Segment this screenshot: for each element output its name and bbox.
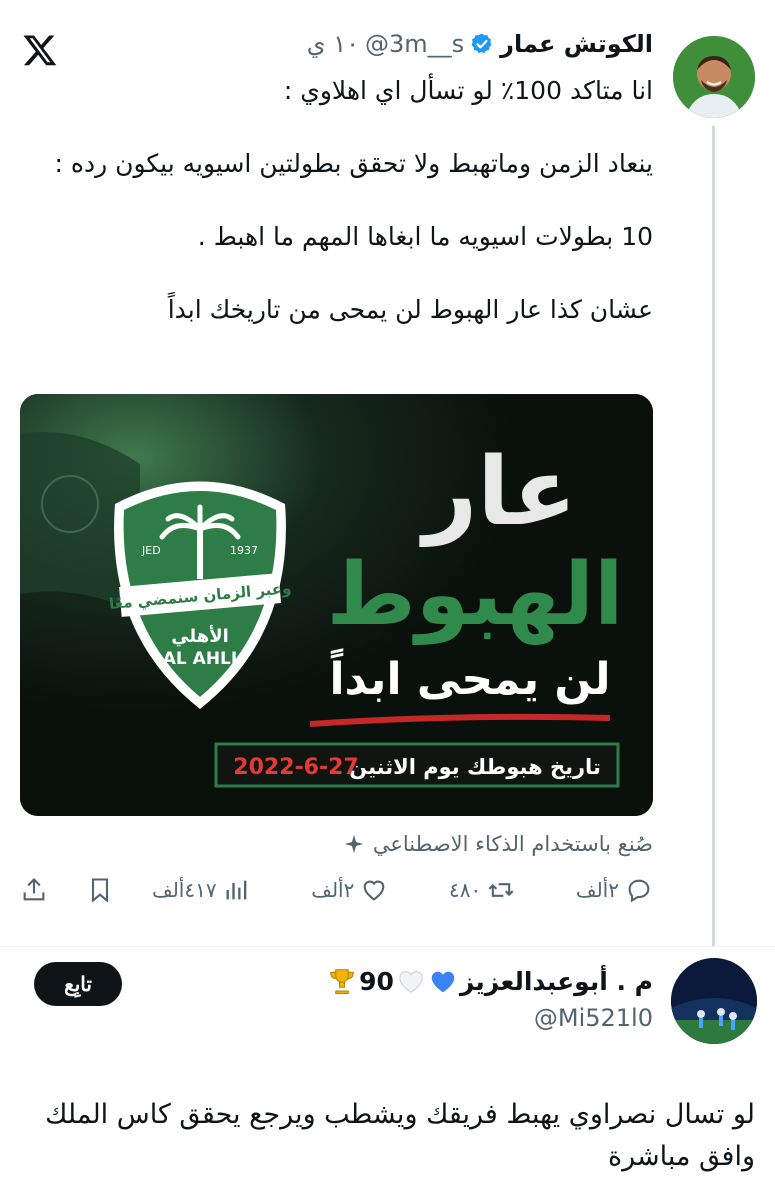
share-icon[interactable] [20, 876, 48, 904]
views-chart-icon [226, 880, 246, 900]
author-handle[interactable]: @3m__s [365, 30, 464, 58]
reply-author-handle[interactable]: @Mi521l0 [534, 1004, 653, 1032]
tweet-actions: ٢ألف ٤٨٠ ٢ألف ٤١٧ألف [20, 870, 653, 910]
author-name[interactable]: الكوتش عمار [500, 30, 653, 58]
thread-line [712, 126, 715, 946]
repost-icon [488, 883, 514, 897]
blue-heart-icon [431, 971, 455, 993]
tweet-time[interactable]: ١٠ ي [307, 30, 359, 58]
verified-badge-icon [471, 33, 492, 54]
badge-arabic-name: الأهلي [171, 625, 229, 647]
tweet-paragraph: عشان كذا عار الهبوط لن يمحى من تاريخك اب… [167, 295, 653, 324]
reply-author-avatar[interactable] [671, 958, 757, 1044]
views-action[interactable]: ٤١٧ألف [152, 876, 251, 904]
ai-note-text: صُنع باستخدام الذكاء الاصطناعي [372, 832, 653, 856]
like-action[interactable]: ٢ألف [311, 876, 388, 904]
white-heart-icon [398, 971, 423, 993]
bookmark-icon[interactable] [86, 876, 114, 904]
reply-author-number: 90 [359, 966, 394, 996]
reply-author-name[interactable]: م . أبوعبدالعزيز 90 [327, 966, 653, 996]
sparkle-icon [344, 834, 364, 854]
trophy-icon [330, 969, 354, 994]
media-headline-2: الهبوط [327, 545, 624, 645]
badge-right-text: 1937 [230, 544, 258, 557]
reply-action[interactable]: ٢ألف [576, 876, 653, 904]
divider [0, 946, 775, 947]
media-headline-1: عار [419, 438, 577, 547]
tweet-text: انا متاكد 100٪ لو تسأل اي اهلاوي : ينعاد… [18, 72, 653, 328]
views-count: ٤١٧ألف [152, 878, 217, 902]
tweet-media-image[interactable]: JED 1937 وعبر الزمان سنمضي معًا الأهلي A… [20, 394, 653, 816]
tweet-paragraph: ينعاد الزمن وماتهبط ولا تحقق بطولتين اسي… [54, 149, 653, 178]
ai-generated-note: صُنع باستخدام الذكاء الاصطناعي [343, 832, 653, 856]
follow-button[interactable]: تابِع [34, 962, 122, 1006]
banner-date: 2022-6-27 [233, 755, 358, 780]
x-logo-icon[interactable] [22, 32, 58, 68]
tweet-paragraph: 10 بطولات اسيويه ما ابغاها المهم ما اهبط… [197, 222, 653, 251]
banner-label: تاريخ هبوطك يوم الاثنين [349, 755, 601, 779]
author-avatar[interactable] [673, 36, 755, 118]
repost-action[interactable]: ٤٨٠ [449, 876, 515, 904]
badge-english-name: AL AHLI [163, 649, 237, 669]
reply-count: ٢ألف [575, 878, 619, 902]
badge-left-text: JED [141, 544, 161, 557]
tweet-paragraph: انا متاكد 100٪ لو تسأل اي اهلاوي : [283, 76, 653, 105]
heart-icon [363, 880, 385, 901]
reply-icon [628, 879, 650, 903]
reply-text: لو تسال نصراوي يهبط فريقك ويشطب ويرجع يح… [45, 1099, 755, 1172]
like-count: ٢ألف [311, 878, 355, 902]
reply-author-name-text: م . أبوعبدالعزيز [459, 966, 653, 996]
tweet-header: الكوتش عمار @3m__s ١٠ ي [307, 30, 653, 58]
media-headline-3: لن يمحى ابداً [329, 647, 610, 705]
left-actions: ٤١٧ألف [20, 876, 251, 904]
repost-count: ٤٨٠ [448, 878, 482, 902]
